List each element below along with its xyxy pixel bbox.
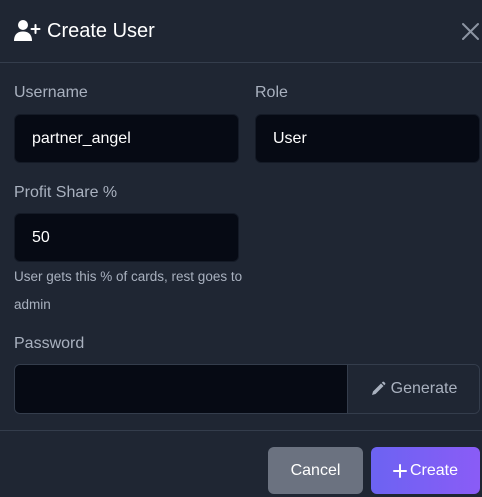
profit-share-field[interactable] (14, 213, 239, 262)
password-field[interactable] (15, 365, 347, 413)
create-button[interactable]: Create (371, 447, 480, 494)
password-label: Password (14, 335, 85, 352)
username-field[interactable] (14, 114, 239, 163)
user-plus-icon (14, 19, 41, 43)
cancel-button[interactable]: Cancel (268, 447, 363, 494)
role-label: Role (255, 84, 288, 101)
modal-title: Create User (47, 20, 155, 42)
profit-share-label: Profit Share % (14, 184, 118, 201)
profit-share-help: User gets this % of cards, rest goes to … (14, 269, 243, 312)
pencil-icon (370, 381, 386, 397)
generate-label: Generate (390, 380, 458, 397)
password-group: Generate (14, 364, 480, 414)
create-label: Create (409, 461, 459, 479)
modal-header: Create User (0, 0, 482, 63)
username-label: Username (14, 84, 88, 101)
close-icon[interactable] (459, 20, 481, 42)
plus-icon (392, 463, 407, 478)
modal-footer: Cancel Create (0, 430, 482, 497)
create-user-modal: Create User Username Role Profit Share %… (0, 0, 482, 497)
role-field[interactable] (255, 114, 480, 163)
generate-button[interactable]: Generate (347, 365, 479, 413)
